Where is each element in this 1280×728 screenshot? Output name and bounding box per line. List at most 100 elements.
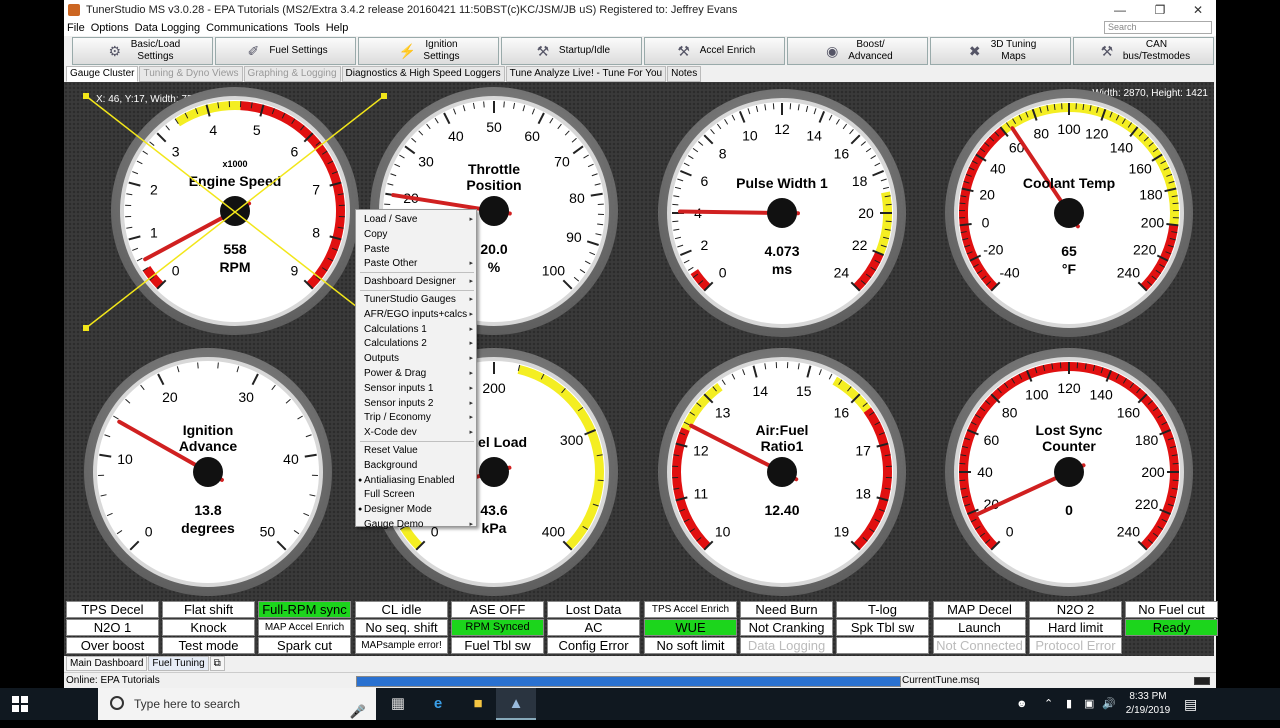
gauge-tick-label: 120	[1085, 126, 1109, 142]
tune-file-name: CurrentTune.msq	[902, 673, 1192, 689]
toolbar-button-hammer[interactable]: ⚒CAN bus/Testmodes	[1073, 37, 1214, 65]
menu-item-reset-value[interactable]: Reset Value	[356, 443, 476, 458]
gauge-tick-label: 14	[806, 127, 822, 143]
close-button[interactable]: ✕	[1182, 0, 1214, 20]
indicator-flat-shift: Flat shift	[162, 601, 255, 618]
menu-item-sensor-inputs-2[interactable]: Sensor inputs 2▸	[356, 396, 476, 411]
search-input[interactable]: Search	[1104, 21, 1212, 34]
menu-help[interactable]: Help	[323, 20, 352, 36]
menu-item-paste-other[interactable]: Paste Other▸	[356, 256, 476, 271]
gauge-tick-label: 30	[238, 389, 254, 405]
gauge-multiplier: x1000	[109, 159, 361, 169]
indicator-full-rpm-sync: Full-RPM sync	[258, 601, 351, 618]
toolbar-button-label: 3D Tuning Maps	[991, 39, 1037, 63]
menu-item-dashboard-designer[interactable]: Dashboard Designer▸	[356, 274, 476, 289]
tab-gauge-cluster[interactable]: Gauge Cluster	[66, 66, 138, 82]
toolbar-button-gear[interactable]: ⚙Basic/Load Settings	[72, 37, 213, 65]
menu-item-power-drag[interactable]: Power & Drag▸	[356, 366, 476, 381]
gauge-tick-label: 6	[290, 144, 298, 160]
gauge-tick-label: 200	[1141, 464, 1165, 480]
tunerstudio-taskbar-icon[interactable]: ▲	[496, 688, 536, 720]
indicator-knock: Knock	[162, 619, 255, 636]
toolbar-button-spark-plug[interactable]: ⚡Ignition Settings	[358, 37, 499, 65]
menu-item-sensor-inputs-1[interactable]: Sensor inputs 1▸	[356, 381, 476, 396]
tab-fuel-tuning[interactable]: Fuel Tuning	[148, 656, 208, 671]
menu-file[interactable]: File	[64, 20, 88, 36]
tab-diagnostics-high-speed-loggers[interactable]: Diagnostics & High Speed Loggers	[342, 66, 505, 82]
windows-start-icon[interactable]	[12, 696, 28, 712]
gauge-face: 01020304050	[82, 346, 334, 598]
toolbar-button-tools-cross[interactable]: ✖3D Tuning Maps	[930, 37, 1071, 65]
people-icon[interactable]: ☻	[1016, 688, 1028, 720]
gauge-tick-label: 0	[982, 214, 990, 230]
gauge-minor-tick	[504, 101, 505, 107]
menu-item-paste[interactable]: Paste	[356, 242, 476, 257]
toolbar-button-injector[interactable]: ✐Fuel Settings	[215, 37, 356, 65]
gauge-title: Pulse Width 1	[656, 175, 908, 191]
menu-item-background[interactable]: Background	[356, 458, 476, 473]
tab-notes[interactable]: Notes	[667, 66, 701, 82]
menu-item-copy[interactable]: Copy	[356, 227, 476, 242]
menu-item-trip-economy[interactable]: Trip / Economy▸	[356, 410, 476, 425]
tab-tune-analyze-live-tune-for-you[interactable]: Tune Analyze Live! - Tune For You	[506, 66, 667, 82]
menu-item-antialiasing-enabled[interactable]: ●Antialiasing Enabled	[356, 473, 476, 488]
toolbar-button-wrench[interactable]: ⚒Startup/Idle	[501, 37, 642, 65]
gauge-ignition-advance[interactable]: 01020304050Ignition Advance13.8degrees	[82, 346, 334, 598]
power-icon[interactable]: ▮	[1066, 688, 1072, 720]
gauge-cluster[interactable]: X: 46, Y:17, Width: 759, Height: 594 Wid…	[64, 82, 1214, 656]
menu-item-x-code-dev[interactable]: X-Code dev▸	[356, 425, 476, 440]
menu-item-label: X-Code dev	[364, 427, 417, 438]
indicator-cl-idle: CL idle	[355, 601, 448, 618]
microphone-icon[interactable]: 🎤	[350, 696, 366, 728]
notifications-icon[interactable]: ▤	[1184, 688, 1197, 720]
menu-item-load-save[interactable]: Load / Save▸	[356, 212, 476, 227]
gauge-pulse-width[interactable]: 024681012141618202224Pulse Width 14.073m…	[656, 87, 908, 339]
tab-tuning-dyno-views[interactable]: Tuning & Dyno Views	[139, 66, 242, 82]
gauge-tick-label: 5	[253, 122, 261, 138]
toolbar-button-tools[interactable]: ⚒Accel Enrich	[644, 37, 785, 65]
show-hidden-icons-icon[interactable]: ⌃	[1044, 688, 1053, 720]
gauge-title: Throttle Position	[368, 161, 620, 193]
clock[interactable]: 8:33 PM 2/19/2019	[1118, 690, 1178, 718]
indicator-rpm-synced: RPM Synced	[451, 619, 544, 636]
network-icon[interactable]: ▣	[1084, 688, 1094, 720]
gauge-minor-tick	[959, 203, 965, 204]
gauge-tick-label: 200	[482, 380, 506, 396]
tab-graphing-logging[interactable]: Graphing & Logging	[244, 66, 341, 82]
minimize-button[interactable]: —	[1104, 0, 1136, 20]
file-explorer-icon[interactable]: ■	[458, 688, 498, 720]
taskbar-search-input[interactable]: Type here to search 🎤	[98, 688, 376, 720]
edge-browser-icon[interactable]: e	[418, 688, 458, 720]
app-icon	[68, 4, 80, 16]
menu-options[interactable]: Options	[88, 20, 132, 36]
resize-handle[interactable]	[83, 93, 89, 99]
indicator-n2o-2: N2O 2	[1029, 601, 1122, 618]
menu-tools[interactable]: Tools	[291, 20, 323, 36]
menu-item-tunerstudio-gauges[interactable]: TunerStudio Gauges▸	[356, 292, 476, 307]
gauge-coolant-temp[interactable]: -40-20020406080100120140160180200220240C…	[943, 87, 1195, 339]
gauge-air-fuel-ratio[interactable]: 10111213141516171819Air:Fuel Ratio112.40	[656, 346, 908, 598]
progress-bar	[356, 676, 901, 687]
menu-item-calculations-2[interactable]: Calculations 2▸	[356, 336, 476, 351]
gauge-lost-sync[interactable]: 020406080100120140160180200220240Lost Sy…	[943, 346, 1195, 598]
gauge-engine-speed[interactable]: 0123456789Engine Speedx1000558RPM	[109, 85, 361, 337]
detach-tab-icon[interactable]: ⧉	[210, 656, 225, 671]
menu-item-gauge-demo[interactable]: Gauge Demo▸	[356, 517, 476, 532]
maximize-button[interactable]: ❐	[1144, 0, 1176, 20]
submenu-arrow-icon: ▸	[469, 366, 473, 381]
indicator-tps-decel: TPS Decel	[66, 601, 159, 618]
task-view-icon[interactable]: ▦	[378, 688, 418, 720]
menu-item-calculations-1[interactable]: Calculations 1▸	[356, 322, 476, 337]
gauge-tick-label: 11	[694, 486, 709, 502]
submenu-arrow-icon: ▸	[469, 274, 473, 289]
menu-item-full-screen[interactable]: Full Screen	[356, 487, 476, 502]
menu-data-logging[interactable]: Data Logging	[132, 20, 203, 36]
menu-item-designer-mode[interactable]: ●Designer Mode	[356, 502, 476, 517]
resize-handle[interactable]	[83, 325, 89, 331]
toolbar-button-turbo[interactable]: ◉Boost/ Advanced	[787, 37, 928, 65]
menu-communications[interactable]: Communications	[203, 20, 291, 36]
menu-item-outputs[interactable]: Outputs▸	[356, 351, 476, 366]
menu-item-afr-ego-inputs-calcs[interactable]: AFR/EGO inputs+calcs▸	[356, 307, 476, 322]
tab-main-dashboard[interactable]: Main Dashboard	[66, 656, 147, 671]
volume-icon[interactable]: 🔊	[1102, 688, 1116, 720]
